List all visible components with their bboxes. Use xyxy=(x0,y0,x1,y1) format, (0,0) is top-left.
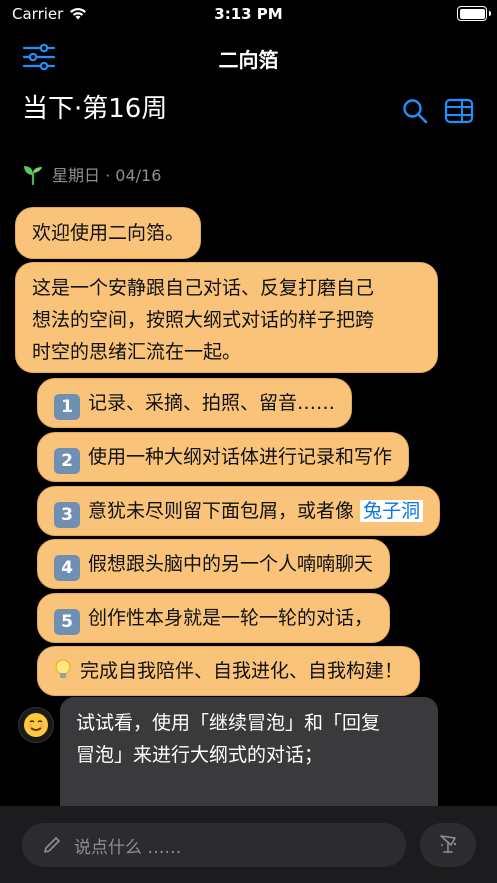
list-item-text: 记录、采摘、拍照、留音…… xyxy=(88,392,336,414)
list-item-text: 假想跟头脑中的另一个人喃喃聊天 xyxy=(88,553,374,575)
message-text-line: 时空的思绪汇流在一起。 xyxy=(32,341,242,363)
tip-item[interactable]: 完成自我陪伴、自我进化、自我构建！ xyxy=(37,646,421,696)
user-message-bubble[interactable]: 试试看，使用「继续冒泡」和「回复 冒泡」来进行大纲式的对话； xyxy=(60,697,438,807)
list-item-text: 创作性本身就是一轮一轮的对话， xyxy=(88,607,374,629)
send-icon xyxy=(440,835,457,853)
date-header: 星期日 · 04/16 xyxy=(22,162,161,186)
list-item-text: 使用一种大纲对话体进行记录和写作 xyxy=(88,446,393,468)
list-item[interactable]: 4 假想跟头脑中的另一个人喃喃聊天 xyxy=(37,539,391,589)
lightbulb-icon xyxy=(54,648,72,696)
nav-bar: 二向箔 xyxy=(0,36,497,80)
status-time: 3:13 PM xyxy=(214,5,283,23)
status-bar: Carrier 3:13 PM xyxy=(0,0,497,30)
sprout-icon xyxy=(24,166,42,185)
message-text-line: 试试看，使用「继续冒泡」和「回复 xyxy=(76,712,381,734)
number-badge: 4 xyxy=(54,555,80,581)
pencil-icon xyxy=(44,837,60,853)
nav-title: 二向箔 xyxy=(218,48,279,72)
input-placeholder: 说点什么 …… xyxy=(74,837,182,858)
list-item[interactable]: 3 意犹未尽则留下面包屑，或者像 兔子洞 xyxy=(37,486,441,536)
message-input[interactable]: 说点什么 …… xyxy=(22,823,406,867)
number-badge: 3 xyxy=(54,502,80,528)
message-bubble-intro[interactable]: 这是一个安静跟自己对话、反复打磨自己 想法的空间，按照大纲式对话的样子把跨 时空… xyxy=(15,262,438,373)
date-label: 星期日 · 04/16 xyxy=(52,166,162,185)
list-item-text: 意犹未尽则留下面包屑，或者像 xyxy=(88,500,355,522)
list-item[interactable]: 1 记录、采摘、拍照、留音…… xyxy=(37,378,353,428)
page-title: 当下·第16周 xyxy=(22,94,168,124)
number-badge: 1 xyxy=(54,394,80,420)
message-text-line: 想法的空间，按照大纲式对话的样子把跨 xyxy=(32,309,375,331)
search-icon[interactable] xyxy=(402,98,428,124)
smiley-icon xyxy=(24,713,48,737)
number-badge: 5 xyxy=(54,609,80,635)
list-item[interactable]: 2 使用一种大纲对话体进行记录和写作 xyxy=(37,432,410,482)
list-item[interactable]: 5 创作性本身就是一轮一轮的对话， xyxy=(37,593,391,643)
input-bar: 说点什么 …… xyxy=(0,806,497,883)
battery-icon xyxy=(457,6,491,21)
message-text: 欢迎使用二向箔。 xyxy=(32,222,185,244)
rabbit-hole-link[interactable]: 兔子洞 xyxy=(360,500,424,522)
avatar[interactable] xyxy=(18,707,54,743)
send-button[interactable] xyxy=(420,823,476,867)
message-bubble-welcome[interactable]: 欢迎使用二向箔。 xyxy=(15,207,202,259)
number-badge: 2 xyxy=(54,448,80,474)
message-text-line: 这是一个安静跟自己对话、反复打磨自己 xyxy=(32,277,375,299)
message-text-line: 冒泡」来进行大纲式的对话； xyxy=(76,744,324,766)
tip-text: 完成自我陪伴、自我进化、自我构建！ xyxy=(80,660,404,682)
layout-icon[interactable] xyxy=(444,98,474,124)
